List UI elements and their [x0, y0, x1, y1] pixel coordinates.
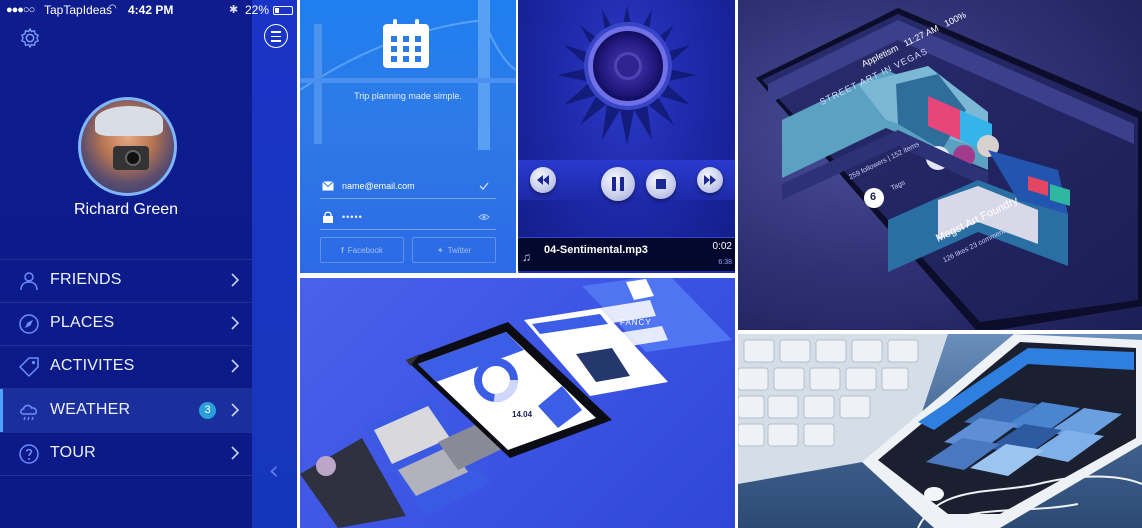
total-time: 6:38 — [718, 259, 732, 266]
bridge-tower — [478, 0, 490, 150]
twitter-label: Twitter — [447, 246, 472, 255]
battery-percent: 22% — [245, 3, 270, 17]
menu-item-activites[interactable]: ACTIVITES — [0, 345, 252, 388]
status-time: 4:42 PM — [128, 3, 174, 17]
navigation-menu-screen: ‹ ●●●○○ TapTapIdeas ◠ 4:42 PM ✱ 22% Rich… — [0, 0, 297, 528]
password-field[interactable]: ••••• — [320, 206, 496, 230]
menu-item-label: TOUR — [50, 444, 96, 461]
elapsed-time: 0:02 — [712, 241, 732, 252]
menu-item-label: FRIENDS — [50, 271, 122, 288]
music-player-screen: ♫ 04-Sentimental.mp3 0:02 6:38 — [518, 0, 735, 273]
tag-icon — [19, 357, 39, 377]
menu-item-weather[interactable]: WEATHER 3 — [0, 389, 252, 432]
eye-icon[interactable] — [478, 211, 490, 223]
menu-item-tour[interactable]: TOUR — [0, 432, 252, 475]
chevron-right-icon — [231, 359, 240, 373]
notification-badge: 3 — [199, 402, 216, 419]
pause-icon — [612, 177, 624, 191]
lock-icon — [323, 211, 333, 223]
carrier-name: TapTapIdeas — [44, 3, 113, 17]
battery-icon — [273, 6, 293, 15]
menu-divider — [0, 475, 252, 476]
music-note-icon: ♫ — [522, 250, 531, 264]
chevron-right-icon — [231, 316, 240, 330]
menu-item-label: PLACES — [50, 314, 115, 331]
pause-button[interactable] — [601, 167, 635, 201]
facebook-button[interactable]: f Facebook — [320, 237, 404, 263]
stop-button[interactable] — [646, 169, 676, 199]
rewind-icon — [537, 175, 549, 185]
menu-item-label: ACTIVITES — [50, 357, 135, 374]
hamburger-menu-button[interactable] — [264, 24, 288, 48]
tagline: Trip planning made simple. — [354, 91, 462, 101]
menu-item-friends[interactable]: FRIENDS — [0, 259, 252, 302]
email-field[interactable]: name@email.com — [320, 175, 496, 199]
gear-icon[interactable] — [19, 27, 41, 49]
email-value: name@email.com — [342, 181, 415, 191]
person-icon — [20, 272, 38, 291]
avatar[interactable] — [78, 97, 177, 196]
twitter-icon: ✦ — [436, 246, 444, 255]
check-icon — [479, 182, 489, 190]
bridge-tower — [314, 24, 322, 144]
rewind-button[interactable] — [530, 167, 556, 193]
desk-photo-art — [738, 334, 1142, 528]
chevron-right-icon — [231, 273, 240, 287]
content-rail — [252, 0, 297, 528]
app-name: FANCY — [620, 318, 652, 327]
bridge-road — [300, 78, 516, 83]
facebook-icon: f — [341, 246, 344, 255]
profile-name: Richard Green — [73, 201, 179, 218]
tag-count: 6 — [870, 191, 877, 203]
now-playing-bar[interactable]: ♫ 04-Sentimental.mp3 0:02 6:38 — [518, 237, 735, 273]
menu-item-label: WEATHER — [50, 401, 131, 418]
question-icon — [19, 444, 39, 464]
track-title: 04-Sentimental.mp3 — [544, 244, 648, 256]
signal-icon: ●●●○○ — [6, 4, 35, 16]
facebook-label: Facebook — [347, 246, 383, 255]
fast-forward-button[interactable] — [697, 167, 723, 193]
speaker-graphic — [588, 26, 668, 106]
compass-icon — [19, 314, 39, 334]
envelope-icon — [322, 181, 334, 191]
street-art-phone-photo: Appletism 11:27 AM 100% STREET ART IN VE… — [738, 0, 1142, 330]
app-mockup-showcase: FANCY 14.04 — [300, 278, 735, 528]
trip-planner-login-screen: Trip planning made simple. name@email.co… — [300, 0, 516, 273]
keyboard-phone-photo — [738, 334, 1142, 528]
chevron-right-icon — [231, 403, 240, 417]
twitter-button[interactable]: ✦ Twitter — [412, 237, 496, 263]
mockup-art — [300, 278, 732, 528]
track-progress-fill — [518, 271, 520, 273]
track-progress[interactable] — [518, 271, 735, 273]
cloud-rain-icon — [20, 404, 37, 421]
status-bar: ●●●○○ TapTapIdeas ◠ 4:42 PM ✱ 22% — [0, 0, 297, 20]
chevron-right-icon — [231, 446, 240, 460]
stop-icon — [656, 179, 666, 189]
phone-photo-art — [756, 8, 1142, 330]
password-value: ••••• — [342, 212, 363, 222]
calendar-icon — [383, 19, 429, 68]
wifi-icon: ◠ — [108, 3, 117, 14]
fast-forward-icon — [704, 175, 716, 185]
mockup-stat: 14.04 — [512, 410, 533, 419]
menu-item-places[interactable]: PLACES — [0, 302, 252, 345]
chevron-left-icon[interactable]: ‹ — [269, 456, 279, 486]
bluetooth-icon: ✱ — [229, 3, 239, 16]
